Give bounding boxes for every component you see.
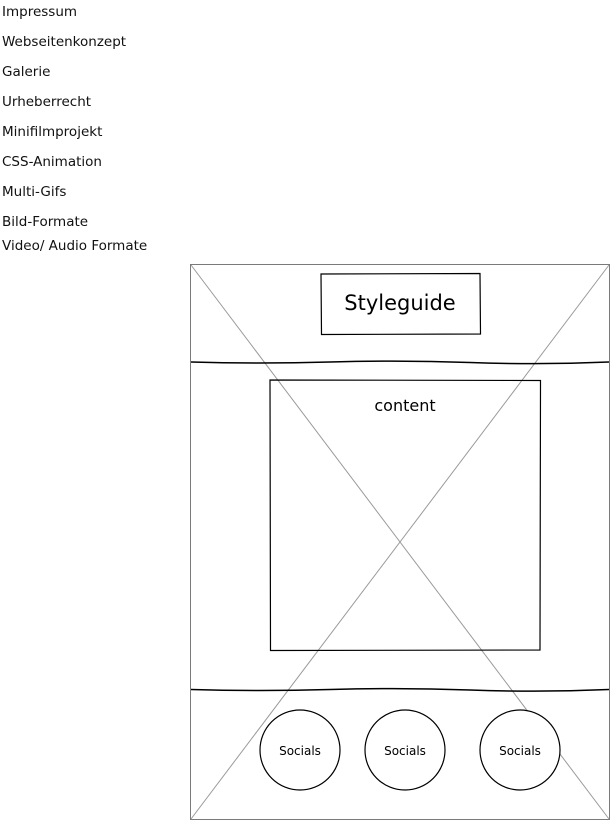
content-label: content <box>374 396 435 415</box>
content-section: content <box>269 379 542 652</box>
social-label: Socials <box>384 744 426 758</box>
social-button-2[interactable]: Socials <box>364 709 446 791</box>
social-button-1[interactable]: Socials <box>259 709 341 791</box>
footer-section: Socials Socials Socials <box>259 709 561 791</box>
wireframe-mockup: Styleguide content Socials Socials Socia… <box>190 264 610 820</box>
header-divider <box>190 360 610 365</box>
social-label: Socials <box>279 744 321 758</box>
social-button-3[interactable]: Socials <box>479 709 561 791</box>
footer-divider <box>190 687 610 692</box>
social-label: Socials <box>499 744 541 758</box>
header-section: Styleguide <box>320 272 482 336</box>
content-box <box>269 379 542 652</box>
wireframe-title: Styleguide <box>344 291 455 315</box>
